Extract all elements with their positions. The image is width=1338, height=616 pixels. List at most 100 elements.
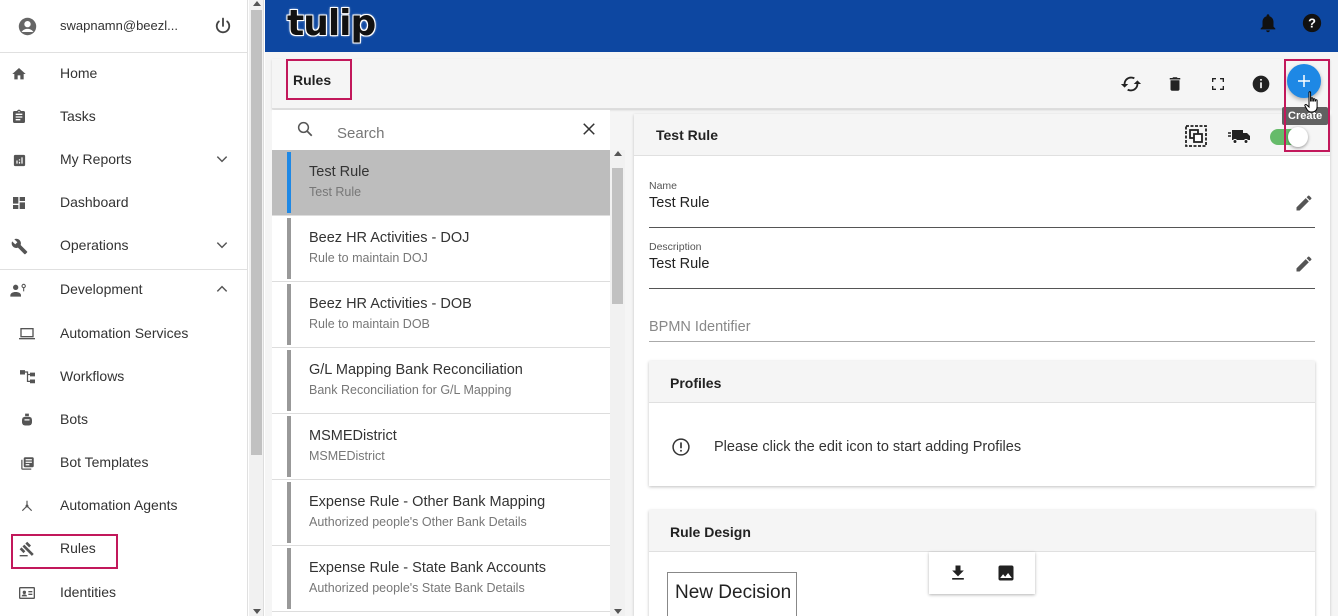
sidebar-item-label: Operations xyxy=(60,237,129,253)
list-item-indicator xyxy=(287,218,291,279)
search-icon xyxy=(297,121,313,137)
detail-title: Test Rule xyxy=(656,127,718,143)
account-circle-icon[interactable] xyxy=(18,17,37,36)
list-item[interactable]: Test Rule Test Rule xyxy=(272,150,610,216)
rule-list: Test Rule Test Rule Beez HR Activities -… xyxy=(272,150,610,616)
info-icon[interactable] xyxy=(1249,72,1273,96)
list-item[interactable]: Expense Rule - State Bank Accounts Autho… xyxy=(272,546,610,612)
scrollbar-thumb[interactable] xyxy=(251,10,262,455)
sidebar-item-label: Identities xyxy=(60,584,117,600)
rule-name: Expense Rule - Other Bank Mapping xyxy=(309,494,546,510)
list-item[interactable]: Expense Rule - Other Bank Mapping Author… xyxy=(272,480,610,546)
refresh-icon[interactable] xyxy=(1119,72,1143,96)
scroll-up-arrow[interactable] xyxy=(253,1,261,6)
list-item-indicator xyxy=(287,416,291,477)
sidebar-item-my-reports[interactable]: My Reports xyxy=(0,138,247,181)
bpmn-identifier-placeholder: BPMN Identifier xyxy=(649,319,751,335)
detail-header: Test Rule xyxy=(634,114,1330,156)
list-item-indicator xyxy=(287,152,291,213)
sidebar-item-tasks[interactable]: Tasks xyxy=(0,95,247,138)
sidebar-item-dashboard[interactable]: Dashboard xyxy=(0,181,247,224)
laptop-icon xyxy=(18,325,36,343)
rule-name: Test Rule xyxy=(309,164,370,180)
home-icon xyxy=(10,65,28,83)
name-field[interactable]: Name Test Rule xyxy=(649,180,1315,228)
gavel-icon xyxy=(18,540,36,558)
close-icon[interactable] xyxy=(580,120,598,138)
sidebar-item-home[interactable]: Home xyxy=(0,52,247,95)
rule-description: Rule to maintain DOJ xyxy=(309,251,428,265)
edit-pencil-icon[interactable] xyxy=(1294,254,1314,274)
rule-name: Expense Rule - State Bank Accounts xyxy=(309,560,546,576)
help-icon[interactable]: ? xyxy=(1301,12,1323,34)
sidebar-item-automation-agents[interactable]: Automation Agents xyxy=(0,484,247,527)
chevron-up-icon[interactable] xyxy=(215,282,229,296)
list-item[interactable]: Beez HR Activities - DOB Rule to maintai… xyxy=(272,282,610,348)
sidebar-item-label: Rules xyxy=(60,540,96,556)
bpmn-identifier-field[interactable]: BPMN Identifier xyxy=(649,309,1315,342)
list-item-indicator xyxy=(287,284,291,345)
scroll-down-arrow[interactable] xyxy=(253,609,261,614)
sidebar-scrollbar[interactable] xyxy=(249,0,264,616)
download-icon[interactable] xyxy=(948,563,968,583)
active-toggle[interactable] xyxy=(1268,127,1308,147)
power-icon[interactable] xyxy=(213,16,233,36)
image-icon[interactable] xyxy=(996,563,1016,583)
scroll-down-arrow[interactable] xyxy=(614,609,622,614)
sidebar-item-automation-services[interactable]: Automation Services xyxy=(0,312,247,355)
truck-icon[interactable] xyxy=(1228,124,1252,148)
delete-icon[interactable] xyxy=(1163,72,1187,96)
decision-label: New Decision xyxy=(675,582,792,603)
list-scrollbar[interactable] xyxy=(610,150,625,616)
dashboard-icon xyxy=(10,194,28,212)
sidebar-item-bot-templates[interactable]: Bot Templates xyxy=(0,441,247,484)
rules-toolbar: Rules xyxy=(272,59,1330,109)
list-item[interactable]: MSMEDistrict MSMEDistrict xyxy=(272,414,610,480)
sidebar-item-operations[interactable]: Operations xyxy=(0,224,247,267)
profiles-title: Profiles xyxy=(670,375,722,391)
sidebar-item-label: Bot Templates xyxy=(60,454,149,470)
wrench-icon xyxy=(10,237,28,255)
list-item[interactable]: Beez HR Activities - DOJ Rule to maintai… xyxy=(272,216,610,282)
top-bar: tulip ? xyxy=(265,0,1338,52)
sidebar-item-identities[interactable]: Identities xyxy=(0,571,247,614)
sidebar-item-bots[interactable]: Bots xyxy=(0,398,247,441)
list-item-indicator xyxy=(287,548,291,609)
hand-cursor-icon xyxy=(1304,91,1318,113)
chevron-down-icon[interactable] xyxy=(215,152,229,166)
scroll-up-arrow[interactable] xyxy=(614,151,622,156)
design-toolbar xyxy=(929,552,1035,594)
decision-node[interactable]: New Decision xyxy=(667,572,797,616)
description-field[interactable]: Description Test Rule xyxy=(649,241,1315,289)
scrollbar-thumb[interactable] xyxy=(612,168,623,304)
fullscreen-icon[interactable] xyxy=(1206,72,1230,96)
brand-name: tulip xyxy=(287,2,376,44)
rule-description: Authorized people's Other Bank Details xyxy=(309,515,527,529)
report-icon xyxy=(10,151,28,169)
name-value: Test Rule xyxy=(649,195,710,211)
list-item[interactable]: G/L Mapping Bank Reconciliation Bank Rec… xyxy=(272,348,610,414)
edit-pencil-icon[interactable] xyxy=(1294,193,1314,213)
sidebar-item-rules[interactable]: Rules xyxy=(0,527,247,570)
bot-icon xyxy=(18,411,36,429)
workflow-icon xyxy=(18,368,36,386)
sidebar-item-workflows[interactable]: Workflows xyxy=(0,355,247,398)
sidebar-item-development[interactable]: Development xyxy=(0,268,247,311)
page-title: Rules xyxy=(293,72,332,88)
plus-icon xyxy=(1298,75,1310,87)
rule-design-title: Rule Design xyxy=(670,524,751,540)
rule-description: Rule to maintain DOB xyxy=(309,317,430,331)
rule-name: Beez HR Activities - DOB xyxy=(309,296,472,312)
search-bar xyxy=(272,110,610,150)
chevron-down-icon[interactable] xyxy=(215,238,229,252)
list-item-indicator xyxy=(287,482,291,543)
bell-icon[interactable] xyxy=(1257,12,1279,34)
sidebar-item-label: My Reports xyxy=(60,151,132,167)
search-input[interactable] xyxy=(337,121,557,145)
tulip-logo[interactable]: tulip xyxy=(287,2,376,44)
rule-design-header: Rule Design xyxy=(649,510,1315,552)
sidebar-item-label: Bots xyxy=(60,411,89,427)
select-all-icon[interactable] xyxy=(1184,124,1208,148)
agents-icon xyxy=(18,497,36,515)
sidebar: swapnamn@beezl... Home Tasks My Reports … xyxy=(0,0,248,616)
